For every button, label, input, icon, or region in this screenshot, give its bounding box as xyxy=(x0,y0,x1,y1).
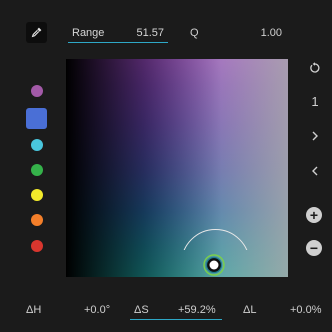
delta-hue-value[interactable]: +0.0° xyxy=(84,304,110,316)
reset-button[interactable] xyxy=(307,62,323,74)
eyedropper-button[interactable] xyxy=(26,22,47,43)
swatch-blue-selected[interactable] xyxy=(26,108,47,129)
prev-button[interactable] xyxy=(307,165,323,177)
swatch-yellow[interactable] xyxy=(31,189,43,201)
minus-icon: − xyxy=(309,240,319,256)
plus-icon: + xyxy=(309,207,319,223)
q-label: Q xyxy=(190,27,199,39)
color-picker-panel: Range 51.57 Q 1.00 1 + − ΔH +0.0° ΔS +59… xyxy=(0,0,332,332)
delta-lightness-label: ΔL xyxy=(243,304,257,316)
delta-saturation-value[interactable]: +59.2% xyxy=(178,304,216,316)
swatch-purple[interactable] xyxy=(31,85,43,97)
delta-saturation-underline xyxy=(130,319,222,320)
range-label: Range xyxy=(72,27,105,39)
swatch-red[interactable] xyxy=(31,240,43,252)
swatch-cyan[interactable] xyxy=(31,139,43,151)
swatch-green[interactable] xyxy=(31,164,43,176)
add-button[interactable]: + xyxy=(306,207,322,223)
chevron-left-icon xyxy=(312,166,318,176)
delta-lightness-value[interactable]: +0.0% xyxy=(290,304,322,316)
range-underline xyxy=(68,42,168,43)
range-value-input[interactable]: 51.57 xyxy=(132,27,164,39)
delta-saturation-label: ΔS xyxy=(134,304,149,316)
picker-handle[interactable] xyxy=(202,253,226,277)
remove-button[interactable]: − xyxy=(306,240,322,256)
field-darkness-overlay xyxy=(66,59,288,277)
reset-icon xyxy=(310,62,320,73)
chevron-right-icon xyxy=(312,131,318,141)
swatch-orange[interactable] xyxy=(31,214,43,226)
eyedropper-icon xyxy=(31,27,42,38)
q-value-input[interactable]: 1.00 xyxy=(254,27,282,39)
color-field[interactable] xyxy=(66,59,288,277)
page-number: 1 xyxy=(311,94,319,109)
next-button[interactable] xyxy=(307,130,323,142)
top-toolbar: Range 51.57 Q 1.00 xyxy=(0,0,332,44)
delta-hue-label: ΔH xyxy=(26,304,42,316)
